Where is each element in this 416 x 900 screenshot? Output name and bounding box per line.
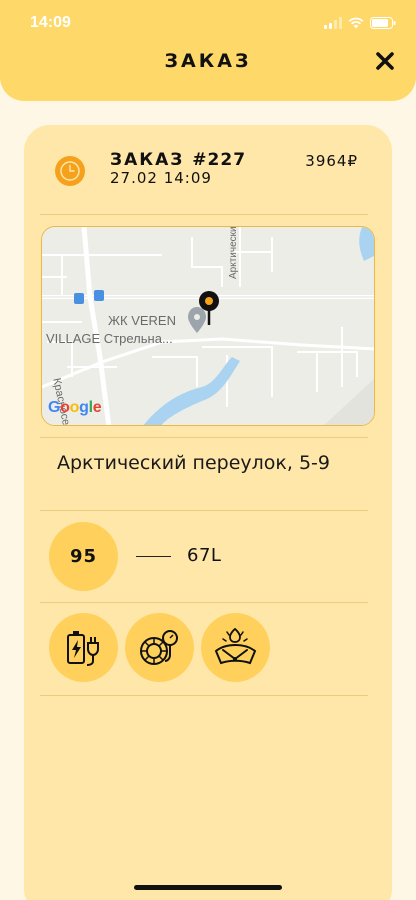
wifi-icon xyxy=(348,17,364,29)
divider xyxy=(40,510,368,511)
signal-icon xyxy=(324,17,342,29)
status-time: 14:09 xyxy=(30,14,71,31)
order-title-prefix: ЗАКАЗ xyxy=(110,150,185,170)
order-sum: 3964₽ xyxy=(305,152,358,170)
order-address: Арктический переулок, 5-9 xyxy=(57,452,330,474)
order-title: ЗАКАЗ #227 xyxy=(110,150,246,170)
clock-icon xyxy=(55,156,85,186)
divider xyxy=(40,437,368,438)
fuel-volume: 67L xyxy=(187,545,222,566)
map-poi-line1: ЖК VEREN xyxy=(108,313,176,328)
order-datetime: 27.02 14:09 xyxy=(110,169,212,187)
fuel-type-badge: 95 xyxy=(49,522,118,591)
map-view[interactable]: ЖК VEREN VILLAGE Стрельна... Красносельс… xyxy=(41,226,375,426)
map-street-arctic: Арктический xyxy=(228,226,239,279)
google-logo: Google xyxy=(48,399,102,416)
order-card: ЗАКАЗ #227 3964₽ 27.02 14:09 ЖК VEREN VI… xyxy=(24,125,392,900)
tire-pressure-icon xyxy=(140,630,178,665)
status-icons xyxy=(324,15,396,31)
divider xyxy=(40,602,368,603)
battery-charge-icon xyxy=(67,631,99,666)
map-background xyxy=(42,227,374,425)
fuel-separator xyxy=(136,556,171,557)
order-number: #227 xyxy=(192,150,247,170)
battery-icon xyxy=(370,17,396,29)
service-battery-charge[interactable] xyxy=(49,613,118,682)
page-title: ЗАКАЗ xyxy=(164,50,252,72)
home-indicator xyxy=(134,885,282,890)
header: 14:09 ЗАКАЗ xyxy=(0,0,416,101)
divider xyxy=(40,695,368,696)
map-poi-line2: VILLAGE Стрельна... xyxy=(46,331,173,346)
service-windshield-washer[interactable] xyxy=(201,613,270,682)
close-icon xyxy=(376,52,394,70)
divider xyxy=(40,214,368,215)
fuel-row: 95 67L xyxy=(24,519,392,599)
order-header: ЗАКАЗ #227 3964₽ 27.02 14:09 xyxy=(24,125,392,215)
close-button[interactable] xyxy=(374,50,396,72)
windshield-washer-icon xyxy=(214,627,257,665)
service-tire-pressure[interactable] xyxy=(125,613,194,682)
